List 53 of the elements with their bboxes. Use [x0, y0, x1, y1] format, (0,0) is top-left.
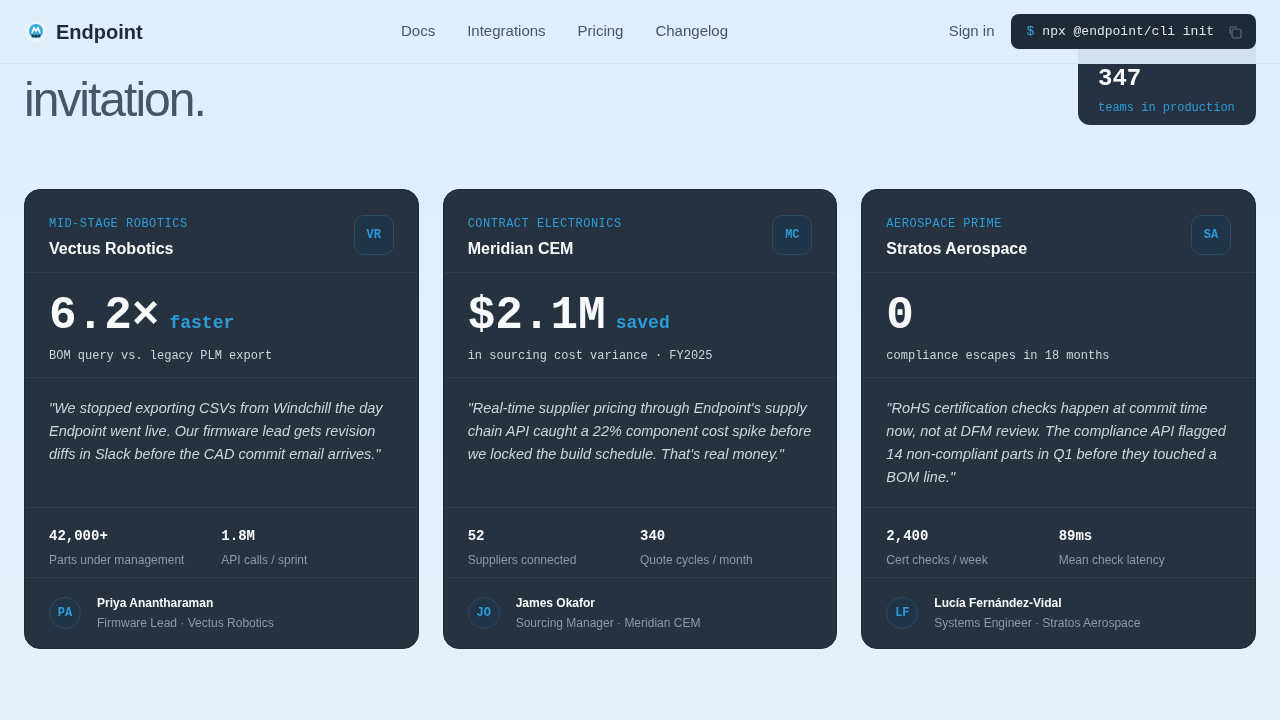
nav-link[interactable]: Integrations	[467, 20, 546, 43]
metric-value: 6.2×	[49, 290, 160, 341]
command-button[interactable]: $ npx @endpoint/cli init	[1010, 13, 1256, 50]
nav-link[interactable]: Pricing	[577, 20, 624, 43]
company-badge: SA	[1191, 215, 1231, 255]
metric-value: $2.1M	[467, 290, 606, 341]
company-badge: VR	[353, 215, 394, 255]
copy-icon[interactable]	[1228, 24, 1242, 39]
stat-label: Quote cycles / month	[640, 552, 754, 569]
stat-label: teams in production	[1098, 100, 1236, 117]
person-role: Firmware Lead · Vectus Robotics	[97, 615, 274, 632]
hero-heading: invitation.	[24, 76, 205, 124]
avatar: LF	[886, 597, 919, 629]
metric-unit: faster	[169, 311, 235, 335]
stat-label: Parts under management	[49, 552, 186, 569]
metric-unit: saved	[615, 311, 670, 335]
testimonial-quote: "Real-time supplier pricing through Endpoint's supply chain API caught a 22% component cost spike before we locked the build schedule. That's real money."	[467, 399, 813, 465]
stat-label: Mean check latency	[1058, 552, 1166, 569]
company-name: Stratos Aerospace	[886, 239, 1028, 259]
stat-value: 89ms	[1058, 527, 1094, 546]
stat-value: 2,400	[886, 527, 930, 546]
nav-link[interactable]: Changelog	[655, 20, 728, 43]
logo-icon	[24, 19, 48, 44]
stat-label: Cert checks / week	[886, 552, 989, 569]
brand-name[interactable]: Endpoint	[56, 16, 143, 47]
stat-value: 340	[640, 527, 667, 546]
person-name: Lucía Fernández-Vidal	[934, 595, 1063, 612]
sign-in-link[interactable]: Sign in	[948, 20, 995, 43]
segment-label: AEROSPACE PRIME	[886, 216, 1003, 233]
segment-label: MID-STAGE ROBOTICS	[49, 216, 188, 233]
stat-label: Suppliers connected	[467, 552, 578, 569]
company-name: Meridian CEM	[467, 239, 575, 259]
stat-value: 42,000+	[49, 527, 109, 546]
stat-value: 347	[1098, 64, 1143, 93]
nav-link[interactable]: Docs	[401, 20, 436, 43]
avatar: PA	[49, 597, 81, 629]
metric-caption: in sourcing cost variance · FY2025	[467, 347, 714, 365]
metric-caption: compliance escapes in 18 months	[886, 347, 1111, 365]
company-badge: MC	[772, 215, 813, 255]
company-name: Vectus Robotics	[49, 239, 175, 259]
avatar: JO	[467, 597, 500, 629]
stat-value: 52	[467, 527, 486, 546]
metric-value: 0	[886, 290, 914, 341]
person-role: Systems Engineer · Stratos Aerospace	[934, 615, 1141, 632]
stat-value: 1.8M	[221, 527, 256, 546]
segment-label: CONTRACT ELECTRONICS	[467, 216, 622, 233]
person-name: James Okafor	[515, 595, 597, 612]
testimonial-quote: "We stopped exporting CSVs from Windchill the day Endpoint went live. Our firmware lead gets revision diffs in Slack before the CAD commit email arrives."	[49, 399, 384, 465]
person-name: Priya Anantharaman	[97, 595, 215, 612]
testimonial-quote: "RoHS certification checks happen at commit time now, not at DFM review. The compliance API flagged 14 non-compliant parts in Q1 before they touched a BOM line."	[886, 399, 1227, 488]
metric-caption: BOM query vs. legacy PLM export	[49, 347, 274, 365]
person-role: Sourcing Manager · Meridian CEM	[515, 615, 701, 632]
stat-label: API calls / sprint	[221, 552, 309, 569]
